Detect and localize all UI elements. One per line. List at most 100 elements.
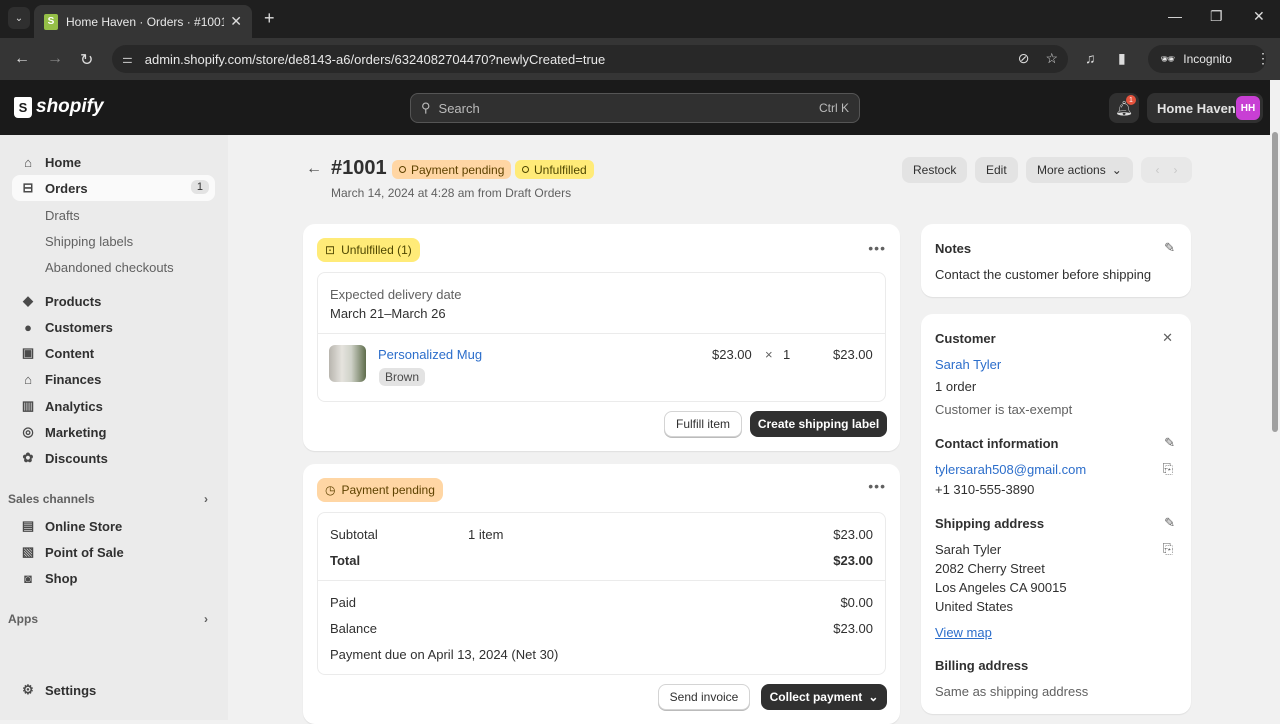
- next-order-icon[interactable]: ›: [1174, 163, 1178, 177]
- notes-text: Contact the customer before shipping: [935, 267, 1152, 282]
- notes-card: Notes ✎ Contact the customer before ship…: [921, 224, 1191, 297]
- sidebar-item-home[interactable]: ⌂ Home: [12, 149, 215, 175]
- sidebar-item-content[interactable]: ▣ Content: [12, 340, 215, 366]
- apps-label: Apps: [8, 612, 38, 626]
- balance-value: $23.00: [833, 621, 873, 636]
- copy-clipboard-icon[interactable]: ⎘: [1163, 541, 1173, 557]
- sidebar-subitem-shipping-labels[interactable]: Shipping labels: [45, 234, 133, 249]
- sidebar-item-discounts[interactable]: ✿ Discounts: [12, 445, 215, 471]
- collect-payment-label: Collect payment: [769, 690, 863, 704]
- product-thumbnail[interactable]: [329, 345, 366, 382]
- search-input[interactable]: ⚲ Search Ctrl K: [410, 93, 860, 123]
- edit-button[interactable]: Edit: [975, 157, 1018, 183]
- close-window-icon[interactable]: ✕: [1253, 8, 1265, 25]
- shopify-logo[interactable]: S shopify: [14, 96, 104, 118]
- back-arrow-icon[interactable]: ←: [306, 160, 322, 178]
- subtotal-items: 1 item: [468, 527, 504, 542]
- delivery-value: March 21–March 26: [330, 306, 446, 321]
- total-label: Total: [330, 553, 361, 568]
- sidebar-item-online-store[interactable]: ▤ Online Store: [12, 513, 215, 539]
- sidebar-item-finances[interactable]: ⌂ Finances: [12, 366, 215, 392]
- tab-title: Home Haven · Orders · #1001 ·: [66, 14, 225, 29]
- collect-payment-button[interactable]: Collect payment ⌄: [761, 684, 887, 710]
- url-bar[interactable]: ⚌ admin.shopify.com/store/de8143-a6/orde…: [112, 45, 1068, 73]
- copy-clipboard-icon[interactable]: ⎘: [1163, 461, 1173, 477]
- order-subtitle: March 14, 2024 at 4:28 am from Draft Ord…: [331, 186, 572, 200]
- sidebar-item-label: Orders: [45, 180, 88, 196]
- tag-icon: ◆: [23, 293, 33, 308]
- orders-icon: ⊟: [22, 180, 34, 195]
- site-info-icon[interactable]: ⚌: [122, 52, 133, 66]
- customer-tax-status: Customer is tax-exempt: [935, 402, 1073, 417]
- sidebar-item-shop[interactable]: ◙ Shop: [12, 565, 215, 591]
- store-menu-button[interactable]: Home Haven HH: [1147, 93, 1263, 123]
- fulfill-item-button[interactable]: Fulfill item: [664, 411, 742, 437]
- more-options-icon[interactable]: •••: [868, 478, 886, 494]
- sidebar-item-customers[interactable]: ● Customers: [12, 314, 215, 340]
- sidebar-item-analytics[interactable]: ▥ Analytics: [12, 393, 215, 419]
- restore-icon[interactable]: ❐: [1210, 8, 1223, 25]
- customer-name-link[interactable]: Sarah Tyler: [935, 357, 1001, 372]
- incognito-indicator[interactable]: 🕶 Incognito: [1148, 45, 1266, 73]
- more-options-icon[interactable]: •••: [868, 240, 886, 256]
- side-panel-icon[interactable]: ▮: [1118, 50, 1126, 67]
- tab-search-button[interactable]: ⌄: [8, 7, 30, 29]
- apps-header[interactable]: Apps ›: [8, 612, 208, 626]
- sidebar-item-marketing[interactable]: ◎ Marketing: [12, 419, 215, 445]
- sidebar-item-products[interactable]: ◆ Products: [12, 288, 215, 314]
- customer-card: Customer ✕ Sarah Tyler 1 order Customer …: [921, 314, 1191, 714]
- payment-summary: Subtotal 1 item $23.00 Total $23.00 Paid…: [317, 512, 886, 675]
- sidebar-item-settings[interactable]: ⚙ Settings: [12, 677, 215, 703]
- notifications-button[interactable]: 🔔︎ 1: [1109, 93, 1139, 123]
- customer-email-link[interactable]: tylersarah508@gmail.com: [935, 462, 1086, 477]
- remove-customer-icon[interactable]: ✕: [1162, 330, 1173, 346]
- bookmark-star-icon[interactable]: ☆: [1045, 50, 1058, 67]
- edit-pencil-icon[interactable]: ✎: [1164, 435, 1175, 451]
- create-shipping-label-button[interactable]: Create shipping label: [750, 411, 887, 437]
- store-avatar: HH: [1236, 96, 1260, 120]
- address-line: Los Angeles CA 90015: [935, 580, 1067, 595]
- previous-order-icon[interactable]: ‹: [1156, 163, 1160, 177]
- customer-title: Customer: [935, 331, 996, 346]
- scrollbar-thumb[interactable]: [1272, 132, 1278, 432]
- divider: [318, 580, 885, 581]
- restock-button[interactable]: Restock: [902, 157, 968, 183]
- billing-text: Same as shipping address: [935, 684, 1089, 699]
- shopify-favicon-icon: S: [44, 13, 58, 30]
- sidebar-item-label: Settings: [45, 682, 97, 698]
- more-actions-button[interactable]: More actions ⌄: [1026, 157, 1133, 183]
- orders-count-badge: 1: [190, 180, 209, 194]
- product-name-link[interactable]: Personalized Mug: [378, 347, 482, 362]
- browser-menu-icon[interactable]: ⋮: [1256, 50, 1270, 67]
- page-scrollbar[interactable]: [1270, 80, 1280, 720]
- edit-pencil-icon[interactable]: ✎: [1164, 240, 1175, 256]
- eye-off-icon[interactable]: ⊘: [1018, 50, 1030, 67]
- close-tab-icon[interactable]: ✕: [230, 13, 242, 30]
- browser-tab[interactable]: S Home Haven · Orders · #1001 · ✕: [34, 5, 252, 38]
- chevron-down-icon: ⌄: [1111, 163, 1122, 177]
- discount-icon: ✿: [22, 450, 34, 465]
- payment-status-text: Payment pending: [411, 162, 505, 177]
- back-icon[interactable]: ←: [14, 50, 30, 68]
- new-tab-icon[interactable]: +: [264, 8, 275, 29]
- media-control-icon[interactable]: ♫: [1085, 50, 1096, 66]
- search-icon: ⚲: [421, 100, 431, 115]
- sidebar-subitem-abandoned-checkouts[interactable]: Abandoned checkouts: [45, 260, 174, 275]
- sidebar-item-orders[interactable]: ⊟ Orders 1: [12, 175, 215, 201]
- sidebar-item-label: Discounts: [45, 450, 108, 466]
- edit-pencil-icon[interactable]: ✎: [1164, 515, 1175, 531]
- send-invoice-button[interactable]: Send invoice: [658, 684, 750, 710]
- view-map-link[interactable]: View map: [935, 625, 992, 640]
- forward-icon[interactable]: →: [47, 50, 63, 68]
- shop-icon: ◙: [24, 570, 32, 586]
- reload-icon[interactable]: ↻: [80, 50, 93, 70]
- incognito-icon: 🕶: [1160, 52, 1176, 66]
- sales-channels-header[interactable]: Sales channels ›: [8, 492, 208, 506]
- minimize-icon[interactable]: —: [1168, 8, 1182, 24]
- subtotal-label: Subtotal: [330, 527, 378, 542]
- sidebar-subitem-drafts[interactable]: Drafts: [45, 208, 80, 223]
- shopify-bag-icon: S: [14, 96, 32, 118]
- address-line: 2082 Cherry Street: [935, 561, 1045, 576]
- address-line: Sarah Tyler: [935, 542, 1002, 557]
- sidebar-item-point-of-sale[interactable]: ▧ Point of Sale: [12, 539, 215, 565]
